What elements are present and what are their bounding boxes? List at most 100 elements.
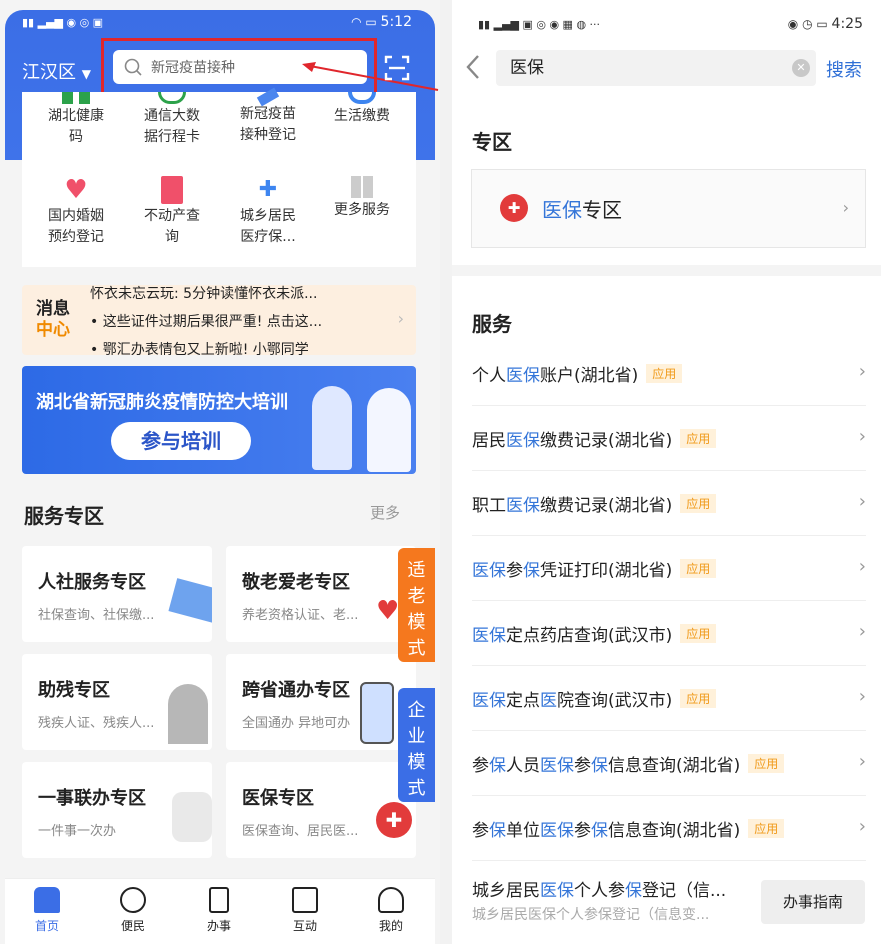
service-row[interactable]: 医保参保凭证打印(湖北省) 应用 ›	[472, 536, 866, 601]
search-button[interactable]: 搜索	[826, 56, 862, 82]
app-badge: 应用	[680, 559, 717, 578]
message-line[interactable]: 怀衣未忘云玩: 5分钟读懂怀衣未派...	[90, 285, 317, 303]
grid-item-travel-card[interactable]: 通信大数 据行程卡	[124, 92, 220, 148]
service-text: 院查询(武汉市)	[557, 691, 673, 711]
chevron-right-icon: ›	[858, 491, 866, 512]
app-badge: 应用	[680, 494, 717, 513]
grid-item-marriage-booking[interactable]: ♥ 国内婚姻 预约登记	[28, 176, 124, 248]
chevron-right-icon: ›	[858, 751, 866, 772]
service-text: 缴费记录(湖北省)	[540, 496, 673, 516]
tile-medical-insurance[interactable]: 医保专区 医保查询、居民医... ✚	[226, 762, 416, 858]
grid-item-utility-payment[interactable]: 生活缴费	[314, 92, 410, 127]
message-line[interactable]: • 鄂汇办表情包又上新啦! 小鄂同学	[90, 339, 309, 355]
chevron-right-icon: ›	[858, 816, 866, 837]
chevron-right-icon: ›	[842, 198, 849, 217]
chevron-right-icon: ›	[858, 361, 866, 382]
service-row[interactable]: 医保定点医院查询(武汉市) 应用 ›	[472, 666, 866, 731]
highlight-text: 保	[591, 756, 608, 776]
nav-affairs[interactable]: 办事	[189, 887, 249, 934]
enterprise-mode-tab[interactable]: 企业模式	[398, 688, 435, 802]
service-row[interactable]: 个人医保账户(湖北省) 应用 ›	[472, 341, 866, 406]
chevron-right-icon: ›	[858, 686, 866, 707]
travel-card-icon	[158, 92, 186, 104]
service-text: 居民	[472, 431, 506, 451]
battery-icon: ▭	[365, 15, 377, 29]
search-value: 医保	[510, 58, 544, 78]
service-text: 凭证打印(湖北省)	[540, 561, 673, 581]
grid-item-vaccine-registration[interactable]: 新冠疫苗 接种登记	[220, 87, 316, 146]
quick-service-grid: 湖北健康码 通信大数 据行程卡 新冠疫苗 接种登记 生活缴费 ♥ 国内婚姻 预约登记 不…	[22, 87, 416, 267]
chevron-right-icon: ›	[858, 621, 866, 642]
status-time: 4:25	[831, 16, 863, 32]
service-row[interactable]: 职工医保缴费记录(湖北省) 应用 ›	[472, 471, 866, 536]
annotation-arrow	[302, 62, 439, 91]
nav-convenience[interactable]: 便民	[103, 887, 163, 934]
message-center-tag: 消息 中心	[36, 299, 70, 340]
nav-interaction[interactable]: 互动	[275, 887, 335, 934]
tile-elderly-care[interactable]: 敬老爱老专区 养老资格认证、老... ♥	[226, 546, 416, 642]
medical-cross-image: ✚	[376, 802, 412, 838]
service-row[interactable]: 参保单位医保参保信息查询(湖北省) 应用 ›	[472, 796, 866, 861]
highlight-text: 医保	[506, 366, 540, 386]
nav-home[interactable]: 首页	[17, 887, 77, 934]
service-text: 参	[574, 756, 591, 776]
app-badge: 应用	[680, 429, 717, 448]
clear-icon[interactable]: ✕	[792, 59, 810, 77]
highlight-text: 保	[523, 561, 540, 581]
service-text: 账户(湖北省)	[540, 366, 639, 386]
join-training-button[interactable]: 参与培训	[111, 422, 251, 460]
banner-title: 湖北省新冠肺炎疫情防控大培训	[36, 392, 288, 413]
zone-section-title: 专区	[472, 130, 512, 154]
apps-icon	[351, 176, 373, 198]
guide-button[interactable]: 办事指南	[761, 880, 865, 924]
message-line[interactable]: • 这些证件过期后果很严重! 点击这...	[90, 311, 322, 331]
heart-icon: ♥	[64, 175, 88, 205]
search-input[interactable]: 医保	[496, 50, 816, 86]
message-center[interactable]: 消息 中心 怀衣未忘云玩: 5分钟读懂怀衣未派... • 这些证件过期后果很严重!…	[22, 285, 416, 355]
user-icon	[378, 887, 404, 913]
tile-one-stop[interactable]: 一事联办专区 一件事一次办	[22, 762, 212, 858]
more-link[interactable]: 更多	[370, 502, 400, 523]
grid-item-more-services[interactable]: 更多服务	[314, 176, 410, 221]
smile-icon	[120, 887, 146, 913]
medical-insurance-zone[interactable]: ✚ 医保专区 ›	[471, 169, 866, 248]
city-selector[interactable]: 江汉区 ▼	[22, 58, 91, 84]
grid-item-medical-insurance[interactable]: ✚ 城乡居民 医疗保...	[220, 176, 316, 248]
document-icon	[209, 887, 229, 913]
service-text: 参	[506, 561, 523, 581]
battery-icon: ▭	[816, 17, 828, 31]
medical-cross-icon: ✚	[500, 194, 528, 222]
service-text: 参	[472, 756, 489, 776]
right-phone-screen: ▮▮ ▂▄▆ ▣ ◎ ◉ ▦ ◍ ··· ◉ ◷ ▭ 4:25 医保 ✕ 搜索 …	[452, 0, 881, 944]
highlight-text: 医保	[472, 691, 506, 711]
app-badge: 应用	[680, 624, 717, 643]
service-text: 个人参	[574, 881, 625, 901]
status-bar: ▮▮ ▂▄▆ ▣ ◎ ◉ ▦ ◍ ··· ◉ ◷ ▭ 4:25	[478, 16, 863, 32]
service-row[interactable]: 居民医保缴费记录(湖北省) 应用 ›	[472, 406, 866, 471]
grid-item-real-estate[interactable]: 不动产查询	[124, 176, 220, 248]
app-badge: 应用	[748, 754, 785, 773]
status-icons: ▮▮ ▂▄▆ ◉ ◎ ▣	[22, 15, 104, 29]
scan-icon[interactable]	[384, 55, 410, 81]
chevron-right-icon: ›	[397, 309, 404, 328]
highlight-text: 医保	[472, 626, 506, 646]
service-row[interactable]: 参保人员医保参保信息查询(湖北省) 应用 ›	[472, 731, 866, 796]
service-text: 参	[574, 821, 591, 841]
left-phone-screen: ▮▮ ▂▄▆ ◉ ◎ ▣ ◠ ▭ 5:12 江汉区 ▼ 新冠疫苗接种 湖北健康码…	[0, 0, 440, 944]
tile-hr-social[interactable]: 人社服务专区 社保查询、社保缴...	[22, 546, 212, 642]
back-icon[interactable]	[462, 52, 486, 82]
nav-mine[interactable]: 我的	[361, 887, 421, 934]
medical-people-icon: ✚	[258, 177, 278, 202]
elderly-mode-tab[interactable]: 适老模式	[398, 548, 435, 662]
services-title: 服务	[472, 312, 512, 336]
tile-disability[interactable]: 助残专区 残疾人证、残疾人...	[22, 654, 212, 750]
grid-item-health-code[interactable]: 湖北健康码	[28, 92, 124, 148]
tile-cross-province[interactable]: 跨省通办专区 全国通办 异地可办	[226, 654, 416, 750]
service-row[interactable]: 医保定点药店查询(武汉市) 应用 ›	[472, 601, 866, 666]
service-text: 信息查询(湖北省)	[608, 756, 741, 776]
highlight-text: 医保	[540, 881, 574, 901]
training-banner[interactable]: 湖北省新冠肺炎疫情防控大培训 参与培训	[22, 366, 416, 474]
utility-icon	[348, 92, 376, 104]
highlight-text: 医保	[472, 561, 506, 581]
caret-down-icon: ▼	[81, 67, 91, 81]
